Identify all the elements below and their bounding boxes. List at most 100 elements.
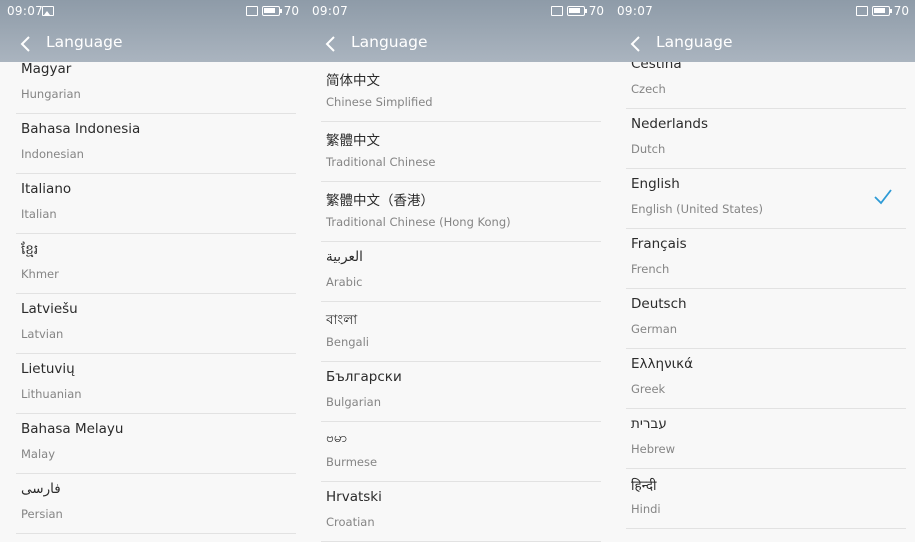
language-item[interactable]: हिन्दी Hindi	[610, 469, 915, 529]
language-screen-3: 09:07 70 Language Čeština Czech Nederlan…	[610, 0, 915, 542]
language-english-name: Greek	[631, 382, 666, 396]
language-item[interactable]: 简体中文 Chinese Simplified	[305, 62, 610, 122]
battery-level: 70	[893, 4, 909, 18]
language-native-name: Bahasa Indonesia	[21, 121, 141, 137]
language-item[interactable]: Français French	[610, 229, 915, 289]
language-item[interactable]: 繁體中文 Traditional Chinese	[305, 122, 610, 182]
battery-icon	[871, 6, 892, 16]
status-right: 70	[855, 4, 909, 18]
language-item[interactable]: Ελληνικά Greek	[610, 349, 915, 409]
language-native-name: 简体中文	[326, 73, 380, 89]
language-english-name: English (United States)	[631, 202, 764, 216]
language-native-name: English	[631, 176, 680, 192]
language-item[interactable]: עברית Hebrew	[610, 409, 915, 469]
window-icon	[855, 6, 868, 16]
language-list: Magyar Hungarian Bahasa Indonesia Indone…	[0, 54, 305, 534]
language-native-name: Lietuvių	[21, 361, 75, 377]
language-item-selected[interactable]: English English (United States)	[610, 169, 915, 229]
back-arrow-icon[interactable]	[321, 34, 341, 54]
language-english-name: Lithuanian	[21, 387, 82, 401]
language-list: 简体中文 Chinese Simplified 繁體中文 Traditional…	[305, 62, 610, 542]
language-english-name: Malay	[21, 447, 56, 461]
app-bar: 09:07 70 Language	[0, 0, 305, 62]
language-list: Čeština Czech Nederlands Dutch English E…	[610, 49, 915, 529]
app-bar: 09:07 70 Language	[610, 0, 915, 62]
language-english-name: Traditional Chinese (Hong Kong)	[326, 215, 511, 229]
status-bar: 09:07 70	[305, 0, 610, 22]
language-item[interactable]: فارسی Persian	[0, 474, 305, 534]
language-english-name: Latvian	[21, 327, 64, 341]
language-english-name: Chinese Simplified	[326, 95, 433, 109]
language-english-name: French	[631, 262, 670, 276]
title-bar: Language	[610, 26, 915, 60]
window-icon	[550, 6, 563, 16]
language-english-name: Persian	[21, 507, 63, 521]
app-bar: 09:07 70 Language	[305, 0, 610, 62]
screens-container: 09:07 70 Language Magyar Hungarian Bahas…	[0, 0, 915, 542]
language-native-name: ខ្មែរ	[21, 242, 39, 258]
language-english-name: Czech	[631, 82, 666, 96]
language-native-name: Français	[631, 236, 687, 252]
language-native-name: Български	[326, 369, 402, 385]
language-native-name: Latviešu	[21, 301, 78, 317]
back-arrow-icon[interactable]	[16, 34, 36, 54]
language-item[interactable]: ខ្មែរ Khmer	[0, 234, 305, 294]
status-right: 70	[245, 4, 299, 18]
language-native-name: Ελληνικά	[631, 356, 694, 372]
battery-level: 70	[283, 4, 299, 18]
status-time: 09:07	[7, 4, 44, 18]
language-native-name: עברית	[631, 416, 667, 432]
language-item[interactable]: Hrvatski Croatian	[305, 482, 610, 542]
language-screen-1: 09:07 70 Language Magyar Hungarian Bahas…	[0, 0, 305, 542]
language-item[interactable]: العربية Arabic	[305, 242, 610, 302]
back-arrow-icon[interactable]	[626, 34, 646, 54]
language-native-name: ဗမာ	[326, 430, 347, 446]
language-english-name: Indonesian	[21, 147, 84, 161]
language-native-name: Nederlands	[631, 116, 709, 132]
page-title: Language	[46, 33, 123, 51]
language-screen-2: 09:07 70 Language 简体中文 Chinese Simplifie…	[305, 0, 610, 542]
status-bar: 09:07 70	[0, 0, 305, 22]
language-item[interactable]: বাংলা Bengali	[305, 302, 610, 362]
language-english-name: Arabic	[326, 275, 363, 289]
language-english-name: Dutch	[631, 142, 666, 156]
language-item[interactable]: Bahasa Melayu Malay	[0, 414, 305, 474]
language-native-name: हिन्दी	[631, 478, 657, 494]
language-english-name: Croatian	[326, 515, 375, 529]
title-bar: Language	[305, 26, 610, 60]
language-english-name: Bulgarian	[326, 395, 381, 409]
status-bar: 09:07 70	[610, 0, 915, 22]
language-native-name: فارسی	[21, 481, 61, 497]
language-english-name: Khmer	[21, 267, 59, 281]
status-time: 09:07	[312, 4, 349, 18]
language-item[interactable]: 繁體中文（香港） Traditional Chinese (Hong Kong)	[305, 182, 610, 242]
status-right: 70	[550, 4, 604, 18]
language-english-name: Hungarian	[21, 87, 81, 101]
image-notification-icon	[42, 6, 54, 16]
language-native-name: Deutsch	[631, 296, 687, 312]
language-item[interactable]: Italiano Italian	[0, 174, 305, 234]
language-item[interactable]: Български Bulgarian	[305, 362, 610, 422]
language-english-name: Italian	[21, 207, 57, 221]
language-item[interactable]: Bahasa Indonesia Indonesian	[0, 114, 305, 174]
language-english-name: Bengali	[326, 335, 369, 349]
language-english-name: Hebrew	[631, 442, 675, 456]
language-english-name: Burmese	[326, 455, 378, 469]
language-item[interactable]: Magyar Hungarian	[0, 54, 305, 114]
checkmark-icon	[873, 188, 893, 206]
language-item[interactable]: Latviešu Latvian	[0, 294, 305, 354]
language-native-name: Magyar	[21, 61, 72, 77]
language-item[interactable]: Nederlands Dutch	[610, 109, 915, 169]
battery-icon	[261, 6, 282, 16]
language-english-name: German	[631, 322, 678, 336]
title-bar: Language	[0, 26, 305, 60]
page-title: Language	[656, 33, 733, 51]
page-title: Language	[351, 33, 428, 51]
battery-icon	[566, 6, 587, 16]
language-item[interactable]: Deutsch German	[610, 289, 915, 349]
window-icon	[245, 6, 258, 16]
language-native-name: Italiano	[21, 181, 72, 197]
language-item[interactable]: ဗမာ Burmese	[305, 422, 610, 482]
language-item[interactable]: Lietuvių Lithuanian	[0, 354, 305, 414]
language-native-name: Bahasa Melayu	[21, 421, 124, 437]
